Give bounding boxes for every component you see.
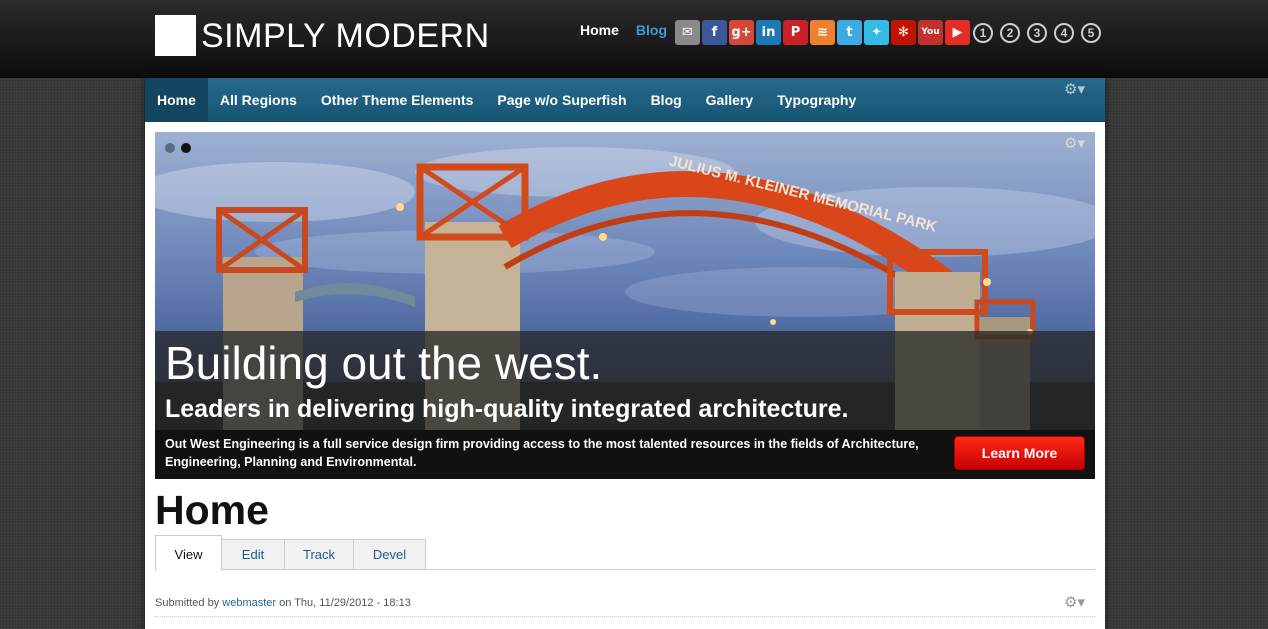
tab-view[interactable]: View (155, 535, 222, 571)
top-links: Home Blog (580, 22, 667, 38)
nav-item-gallery[interactable]: Gallery (694, 78, 765, 122)
number-link-1[interactable]: 1 (973, 23, 993, 43)
logo-icon[interactable] (155, 15, 196, 56)
submitted-info: Submitted by webmaster on Thu, 11/29/201… (155, 597, 411, 609)
slide-subtitle: Leaders in delivering high-quality integ… (165, 395, 849, 423)
submitted-date: on Thu, 11/29/2012 - 18:13 (279, 597, 411, 609)
author-link[interactable]: webmaster (222, 597, 276, 609)
yelp-icon[interactable]: ✻ (891, 20, 916, 45)
number-link-3[interactable]: 3 (1027, 23, 1047, 43)
email-icon[interactable]: ✉ (675, 20, 700, 45)
number-link-4[interactable]: 4 (1054, 23, 1074, 43)
site-name[interactable]: SIMPLY MODERN (201, 16, 490, 56)
top-link-blog[interactable]: Blog (636, 22, 667, 38)
googleplus-icon[interactable]: g+ (729, 20, 754, 45)
slider-settings-gear-icon[interactable]: ⚙▾ (1064, 134, 1085, 152)
slider-dot-1[interactable] (165, 143, 175, 153)
number-link-2[interactable]: 2 (1000, 23, 1020, 43)
tab-edit[interactable]: Edit (221, 539, 285, 570)
nav-item-home[interactable]: Home (145, 78, 208, 122)
nav-item-typography[interactable]: Typography (765, 78, 868, 122)
youtube-icon[interactable]: You (918, 20, 943, 45)
hero-slider: JULIUS M. KLEINER MEMORIAL PARK ⚙▾ Build… (155, 132, 1095, 479)
youtube-play-icon[interactable]: ▶ (945, 20, 970, 45)
page-container: Home All Regions Other Theme Elements Page … (145, 78, 1105, 629)
slider-pager (165, 143, 191, 153)
number-links: 12345 (973, 23, 1101, 43)
top-link-home[interactable]: Home (580, 22, 619, 38)
local-tasks-tabs: View Edit Track Devel (155, 535, 1095, 571)
rss-icon[interactable]: ≋ (810, 20, 835, 45)
number-link-5[interactable]: 5 (1081, 23, 1101, 43)
twitter-icon[interactable]: ✦ (864, 20, 889, 45)
slide-caption: Building out the west. Leaders in delive… (155, 331, 1095, 479)
nav-item-all-regions[interactable]: All Regions (208, 78, 309, 122)
site-header: SIMPLY MODERN Home Blog ✉ f g+ in P ≋ t ✦ ✻ You ▶ … (0, 0, 1268, 78)
nav-item-page-w-o-superfish[interactable]: Page w/o Superfish (485, 78, 638, 122)
slide-description-bar: Out West Engineering is a full service d… (155, 430, 1095, 479)
nav-settings-gear-icon[interactable]: ⚙▾ (1064, 80, 1085, 98)
tumblr-icon[interactable]: t (837, 20, 862, 45)
slider-dot-2[interactable] (181, 143, 191, 153)
learn-more-button[interactable]: Learn More (954, 436, 1085, 470)
nav-item-other-theme-elements[interactable]: Other Theme Elements (309, 78, 486, 122)
facebook-icon[interactable]: f (702, 20, 727, 45)
content-settings-gear-icon[interactable]: ⚙▾ (1064, 593, 1085, 611)
divider (155, 616, 1095, 617)
slide-description: Out West Engineering is a full service d… (165, 437, 919, 469)
slide-title: Building out the west. (165, 337, 603, 389)
nav-item-blog[interactable]: Blog (639, 78, 694, 122)
main-navigation: Home All Regions Other Theme Elements Page … (145, 78, 1105, 122)
submitted-prefix: Submitted by (155, 597, 220, 609)
page-title: Home (155, 487, 269, 533)
tab-track[interactable]: Track (284, 539, 354, 570)
linkedin-icon[interactable]: in (756, 20, 781, 45)
pinterest-icon[interactable]: P (783, 20, 808, 45)
social-icons: ✉ f g+ in P ≋ t ✦ ✻ You ▶ (675, 20, 970, 45)
tab-devel[interactable]: Devel (353, 539, 426, 570)
